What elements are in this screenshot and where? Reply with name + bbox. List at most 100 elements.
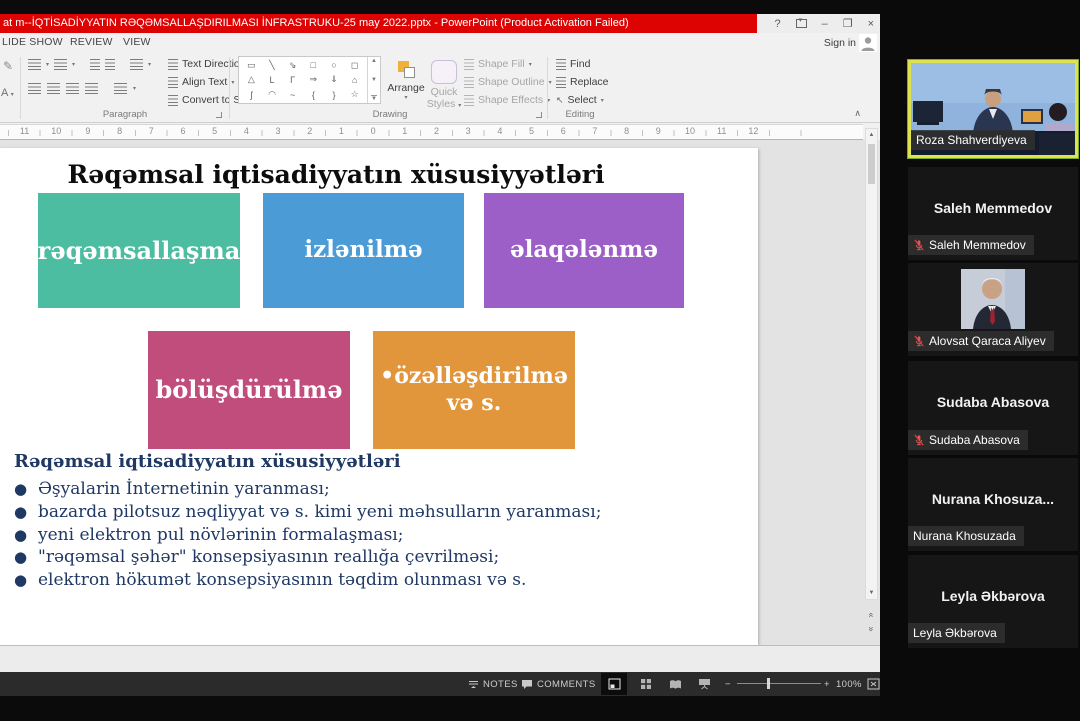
participant-tile-sudaba[interactable]: Sudaba Abasova Sudaba Abasova bbox=[908, 361, 1078, 455]
ribbon: ✎ A ▾ ▾ ▾ ▾ ▾ bbox=[0, 53, 880, 123]
font-color-button[interactable]: A ▾ bbox=[1, 87, 14, 99]
restore-button[interactable]: ❐ bbox=[843, 17, 853, 30]
notes-button[interactable]: NOTES bbox=[468, 672, 518, 696]
columns-button[interactable] bbox=[114, 83, 127, 94]
align-left-button[interactable] bbox=[28, 83, 41, 94]
slide-show-button[interactable] bbox=[691, 673, 717, 695]
shape-glyph-icon[interactable]: □ bbox=[311, 60, 316, 70]
scrollbar-thumb[interactable] bbox=[868, 144, 875, 184]
tab-review[interactable]: REVIEW bbox=[70, 36, 113, 48]
shape-glyph-icon[interactable]: ⇘ bbox=[289, 60, 297, 71]
shape-glyph-icon[interactable]: ☆ bbox=[351, 89, 359, 100]
participant-tile-leyla[interactable]: Leyla Əkbərova Leyla Əkbərova bbox=[908, 555, 1078, 648]
line-spacing-button[interactable] bbox=[130, 59, 143, 70]
minimize-button[interactable]: – bbox=[822, 18, 828, 30]
numbering-button[interactable] bbox=[54, 59, 67, 70]
participant-tile-alovsat[interactable]: Alovsat Qaraca Aliyev bbox=[908, 263, 1078, 356]
tab-view[interactable]: VIEW bbox=[123, 36, 151, 48]
align-right-button[interactable] bbox=[66, 83, 79, 94]
increase-indent-button[interactable] bbox=[105, 59, 115, 70]
normal-view-button[interactable] bbox=[601, 673, 627, 695]
ruler-mark: 2 bbox=[294, 126, 326, 136]
ribbon-tab-row: LIDE SHOW REVIEW VIEW Sign in bbox=[0, 33, 880, 53]
tab-slide-show[interactable]: LIDE SHOW bbox=[2, 36, 63, 48]
slide-subheading[interactable]: Rəqəmsal iqtisadiyyatın xüsusiyyətləri bbox=[14, 451, 401, 472]
shape-ozelleshdirilme[interactable]: •özəlləşdirilmə və s. bbox=[373, 331, 575, 449]
title-bar[interactable]: at m--İQTİSADİYYATIN RƏQƏMSALLAŞDIRILMAS… bbox=[0, 14, 880, 33]
select-button[interactable]: ↖ Select▾ bbox=[556, 94, 604, 106]
zoom-slider-thumb[interactable] bbox=[767, 678, 770, 689]
shape-glyph-icon[interactable]: ⇒ bbox=[310, 74, 318, 85]
shape-izlenilme[interactable]: izlənilmə bbox=[263, 193, 464, 308]
slide-editing-area: Rəqəmsal iqtisadiyyatın xüsusiyyətləri r… bbox=[0, 140, 880, 645]
shape-glyph-icon[interactable]: ʃ bbox=[250, 90, 252, 100]
window-title: at m--İQTİSADİYYATIN RƏQƏMSALLAŞDIRILMAS… bbox=[0, 14, 757, 33]
align-text-button[interactable]: Align Text▾ bbox=[168, 76, 234, 88]
shape-fill-button[interactable]: Shape Fill▾ bbox=[464, 58, 532, 70]
shape-glyph-icon[interactable]: ◠ bbox=[268, 89, 276, 100]
shape-glyph-icon[interactable]: L bbox=[269, 75, 274, 85]
slide-sorter-view-button[interactable] bbox=[633, 673, 659, 695]
slide-bullet-list[interactable]: ●Əşyalarin İnternetinin yaranması; ●baza… bbox=[14, 478, 744, 592]
paragraph-dialog-launcher[interactable] bbox=[216, 112, 222, 118]
shape-label: •özəlləşdirilmə və s. bbox=[380, 363, 568, 418]
replace-button[interactable]: Replace bbox=[556, 76, 609, 88]
shape-outline-button[interactable]: Shape Outline▾ bbox=[464, 76, 552, 88]
shape-label: əlaqələnmə bbox=[510, 236, 658, 265]
ribbon-display-options-button[interactable] bbox=[796, 19, 807, 28]
ruler-mark: 11 bbox=[9, 126, 41, 136]
shape-glyph-icon[interactable]: ⇓ bbox=[330, 74, 338, 85]
justify-button[interactable] bbox=[85, 83, 98, 94]
ruler-mark: 11 bbox=[706, 126, 738, 136]
ruler-mark: 2 bbox=[421, 126, 453, 136]
participant-tile-roza[interactable]: Roza Shahverdiyeva bbox=[908, 60, 1078, 158]
shape-glyph-icon[interactable]: ○ bbox=[331, 60, 336, 70]
shape-glyph-icon[interactable]: Γ bbox=[290, 75, 295, 85]
reading-view-button[interactable] bbox=[662, 673, 688, 695]
scroll-down-button[interactable]: ▼ bbox=[866, 587, 877, 599]
sign-in-link[interactable]: Sign in bbox=[824, 37, 856, 49]
account-avatar-icon[interactable] bbox=[859, 34, 877, 52]
shape-glyph-icon[interactable]: ⌂ bbox=[352, 75, 357, 85]
shape-glyph-icon[interactable]: ▭ bbox=[247, 60, 256, 71]
shape-label: izlənilmə bbox=[304, 236, 422, 265]
zoom-in-button[interactable]: + bbox=[824, 672, 830, 696]
ruler-mark: 4 bbox=[231, 126, 263, 136]
slide-canvas[interactable]: Rəqəmsal iqtisadiyyatın xüsusiyyətləri r… bbox=[0, 148, 758, 645]
bullets-button[interactable] bbox=[28, 59, 41, 70]
shape-reqemsallashma[interactable]: rəqəmsallaşma bbox=[38, 193, 240, 308]
format-painter-icon[interactable]: ✎ bbox=[3, 59, 13, 73]
shape-effects-button[interactable]: Shape Effects▾ bbox=[464, 94, 550, 106]
zoom-level[interactable]: 100% bbox=[836, 672, 862, 696]
shape-glyph-icon[interactable]: } bbox=[332, 90, 335, 100]
help-button[interactable]: ? bbox=[774, 18, 780, 30]
zoom-slider[interactable] bbox=[737, 683, 821, 684]
participant-tile-nurana[interactable]: Nurana Khosuza... Nurana Khosuzada bbox=[908, 458, 1078, 551]
find-button[interactable]: Find bbox=[556, 58, 590, 70]
close-button[interactable]: × bbox=[868, 18, 874, 30]
ruler-mark: 10 bbox=[674, 126, 706, 136]
scroll-up-button[interactable]: ▲ bbox=[866, 129, 877, 141]
vertical-scrollbar[interactable]: ▲ ▼ bbox=[865, 128, 878, 600]
next-slide-button[interactable]: » bbox=[865, 619, 878, 631]
shape-glyph-icon[interactable]: ╲ bbox=[269, 60, 274, 71]
comments-button[interactable]: COMMENTS bbox=[521, 672, 596, 696]
shape-elaqelenme[interactable]: əlaqələnmə bbox=[484, 193, 684, 308]
previous-slide-button[interactable]: « bbox=[865, 605, 878, 617]
shape-glyph-icon[interactable]: △ bbox=[248, 74, 255, 85]
align-center-button[interactable] bbox=[47, 83, 60, 94]
shape-bolushdurulme[interactable]: bölüşdürülmə bbox=[148, 331, 350, 449]
shape-glyph-icon[interactable]: ~ bbox=[290, 90, 295, 100]
mic-muted-icon bbox=[913, 239, 925, 251]
shapes-gallery[interactable]: ▭ ╲ ⇘ □ ○ ◻ △ L Γ ⇒ ⇓ ⌂ ʃ ◠ ~ {} ☆ ▲▼▼ bbox=[238, 56, 381, 104]
slide-title[interactable]: Rəqəmsal iqtisadiyyatın xüsusiyyətləri bbox=[0, 160, 672, 189]
shape-glyph-icon[interactable]: ◻ bbox=[351, 60, 358, 71]
zoom-out-button[interactable]: − bbox=[725, 672, 731, 696]
editing-group-label: Editing bbox=[540, 109, 620, 120]
decrease-indent-button[interactable] bbox=[90, 59, 100, 70]
shape-glyph-icon[interactable]: { bbox=[312, 90, 315, 100]
collapse-ribbon-button[interactable]: ∧ bbox=[854, 108, 861, 119]
shapes-gallery-scroll[interactable]: ▲▼▼ bbox=[367, 57, 380, 103]
smartart-icon bbox=[168, 95, 178, 106]
participant-tile-saleh[interactable]: Saleh Memmedov Saleh Memmedov bbox=[908, 167, 1078, 260]
